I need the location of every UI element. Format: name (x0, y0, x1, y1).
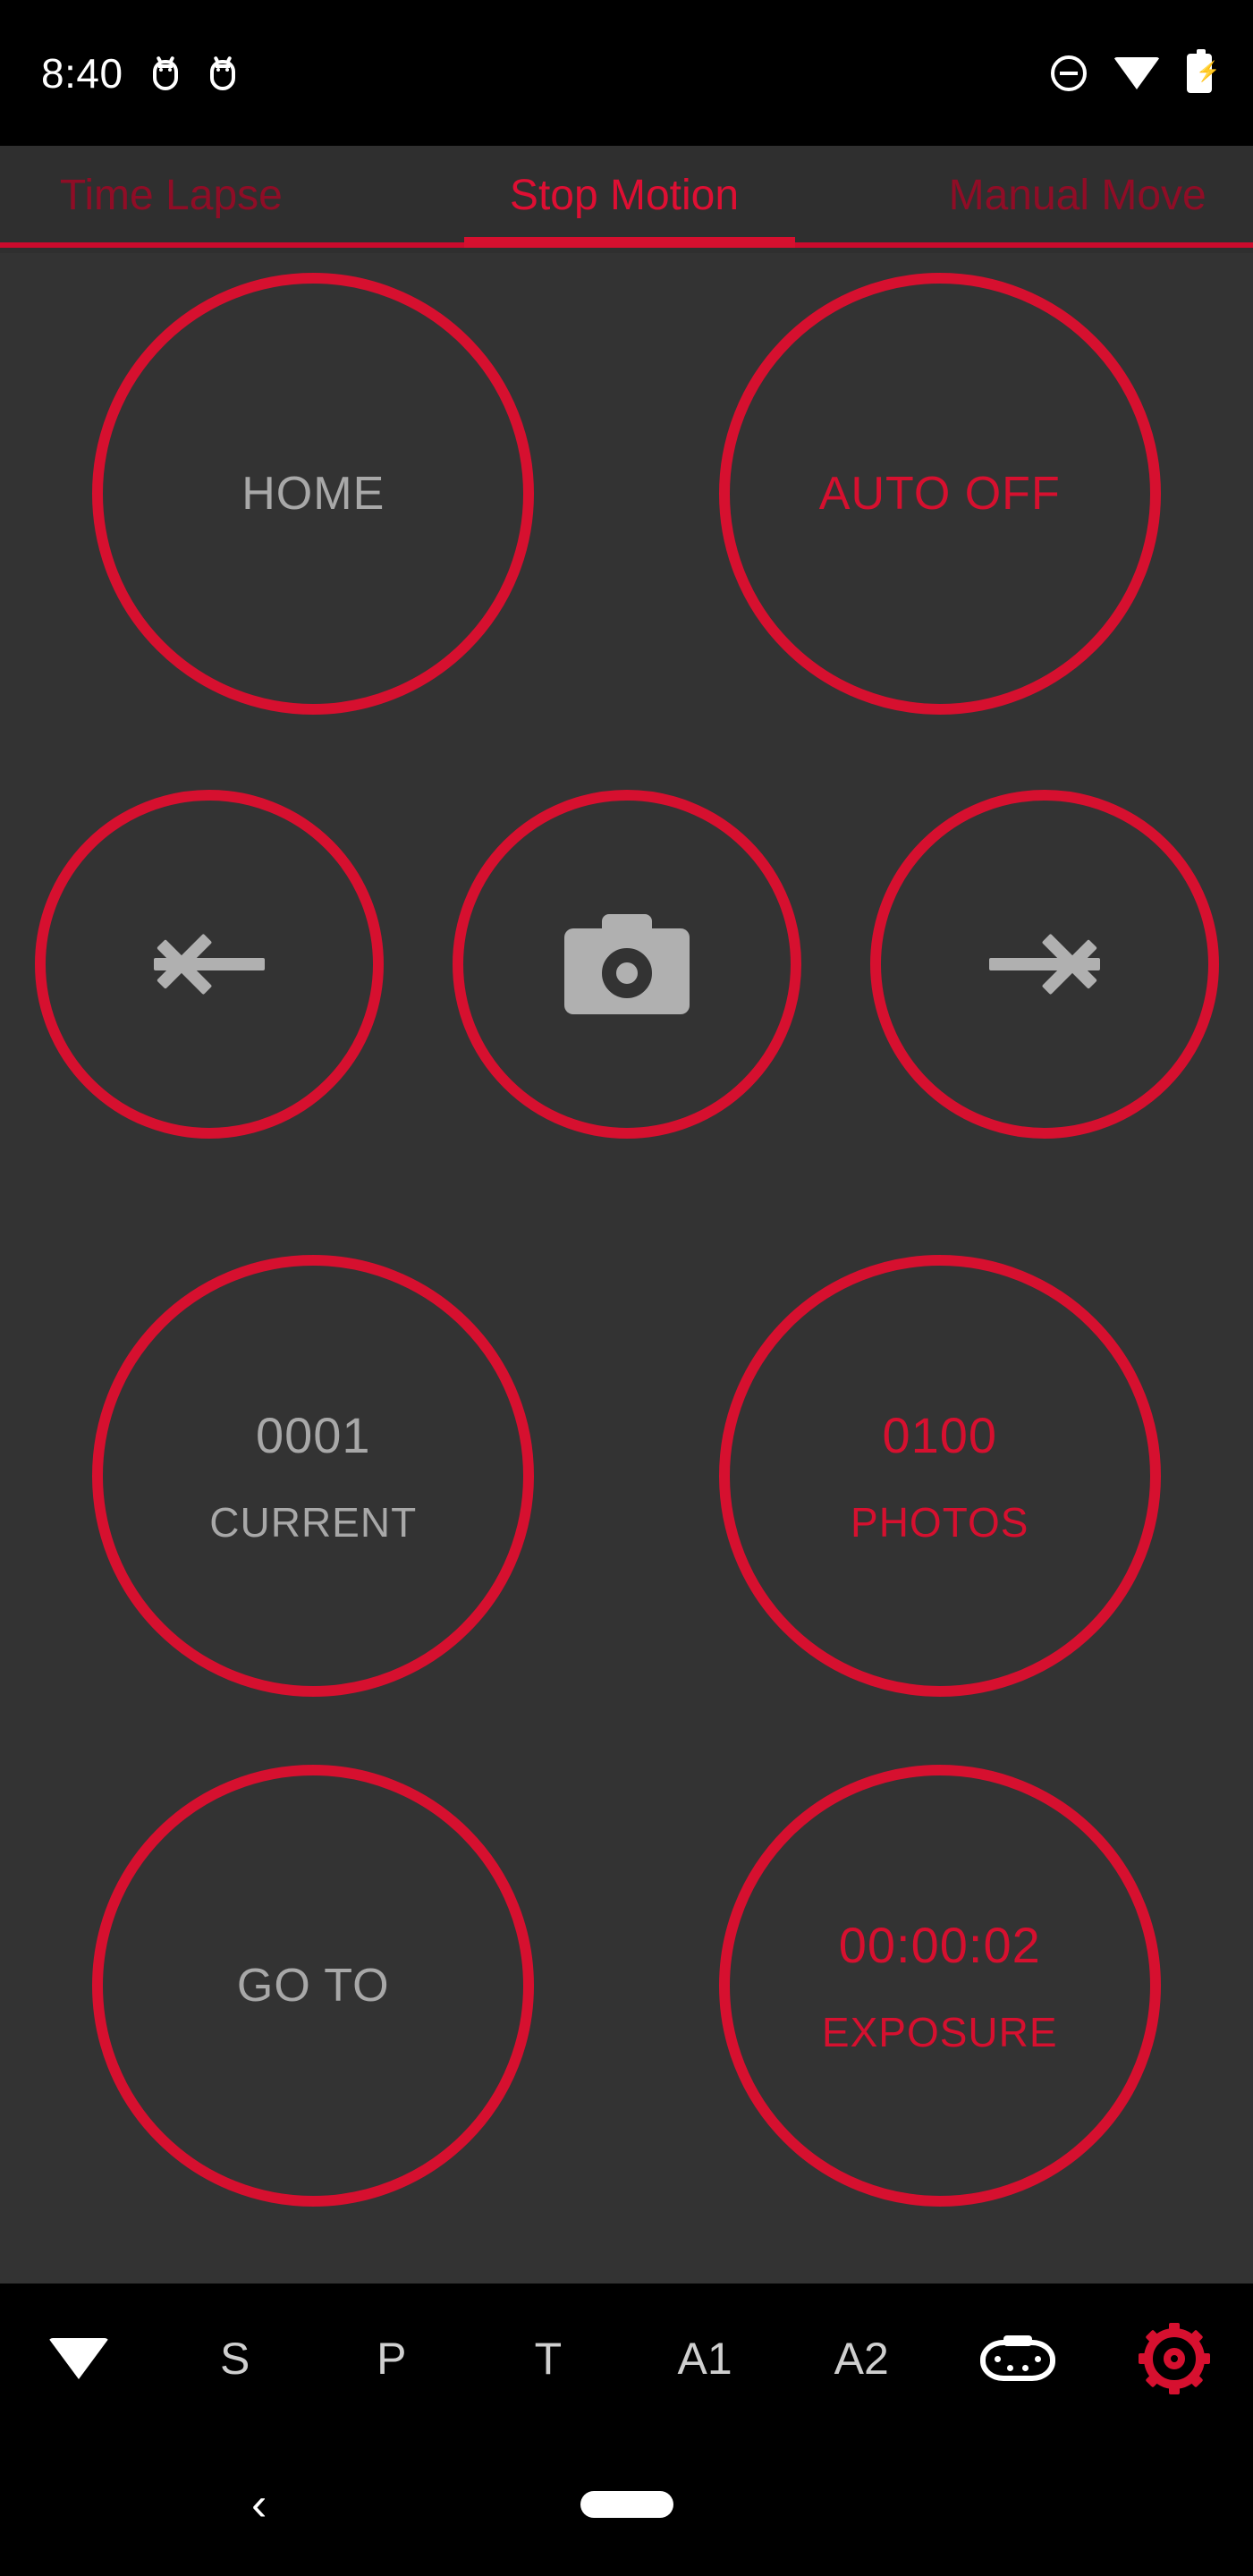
wifi-icon (47, 2337, 109, 2379)
status-bar: 8:40 ⚡ (0, 0, 1253, 146)
battery-charging-icon: ⚡ (1187, 48, 1220, 93)
wifi-icon (1113, 56, 1160, 89)
auto-toggle-button[interactable]: AUTO OFF (718, 273, 1161, 715)
status-bar-clock: 8:40 (41, 49, 123, 97)
android-navigation-bar: ‹ (0, 2433, 1253, 2576)
exposure-value: 00:00:02 (838, 1916, 1041, 1973)
exposure-button[interactable]: 00:00:02 EXPOSURE (718, 1765, 1161, 2207)
a2-button[interactable]: A2 (783, 2333, 940, 2385)
goto-button[interactable]: GO TO (92, 1765, 535, 2207)
control-row-capture (0, 790, 1253, 1139)
gamepad-button[interactable] (940, 2334, 1096, 2383)
next-frame-button[interactable] (869, 790, 1219, 1139)
previous-frame-button[interactable] (34, 790, 384, 1139)
home-button[interactable]: HOME (92, 273, 535, 715)
current-frame-button[interactable]: 0001 CURRENT (92, 1255, 535, 1697)
photos-count-button[interactable]: 0100 PHOTOS (718, 1255, 1161, 1697)
home-button-label: HOME (241, 468, 385, 520)
app-screen: 8:40 ⚡ Time Lapse Stop Motion Manual Mov… (0, 0, 1253, 2576)
photos-count-value: 0100 (882, 1406, 998, 1463)
current-frame-label: CURRENT (209, 1498, 418, 1546)
tab-manual-move[interactable]: Manual Move (851, 146, 1253, 244)
photos-count-label: PHOTOS (851, 1498, 1029, 1546)
camera-icon (563, 914, 690, 1014)
control-row-home-auto: HOME AUTO OFF (0, 273, 1253, 715)
android-notification-icon (207, 55, 238, 90)
current-frame-value: 0001 (255, 1406, 371, 1463)
arrow-left-icon (147, 915, 272, 1013)
shutter-button[interactable] (452, 790, 801, 1139)
status-bar-left: 8:40 (41, 49, 1051, 97)
back-chevron-icon[interactable]: ‹ (251, 2481, 267, 2528)
s-button[interactable]: S (157, 2333, 313, 2385)
tab-bar: Time Lapse Stop Motion Manual Move (0, 146, 1253, 253)
settings-button[interactable] (1096, 2322, 1253, 2394)
auto-toggle-label: AUTO OFF (818, 468, 1061, 520)
status-bar-right: ⚡ (1051, 48, 1220, 93)
a1-button[interactable]: A1 (627, 2333, 783, 2385)
android-notification-icon (150, 55, 181, 90)
p-button[interactable]: P (313, 2333, 470, 2385)
wifi-connection-button[interactable] (0, 2337, 157, 2379)
exposure-label: EXPOSURE (821, 2008, 1058, 2055)
tab-active-indicator (464, 237, 795, 248)
tab-time-lapse[interactable]: Time Lapse (0, 146, 398, 244)
home-indicator-pill[interactable] (580, 2491, 673, 2518)
t-button[interactable]: T (470, 2333, 626, 2385)
arrow-right-icon (982, 915, 1107, 1013)
settings-gear-icon (1139, 2322, 1211, 2394)
do-not-disturb-icon (1051, 55, 1087, 91)
main-content: HOME AUTO OFF 0001 CURRENT 0100 PHOTOS G… (0, 253, 1253, 2284)
goto-button-label: GO TO (236, 1960, 390, 2012)
gamepad-icon (980, 2334, 1056, 2383)
bottom-app-bar: S P T A1 A2 (0, 2284, 1253, 2433)
control-row-goto-exposure: GO TO 00:00:02 EXPOSURE (0, 1765, 1253, 2207)
tab-stop-motion[interactable]: Stop Motion (398, 146, 851, 244)
control-row-counts: 0001 CURRENT 0100 PHOTOS (0, 1255, 1253, 1697)
